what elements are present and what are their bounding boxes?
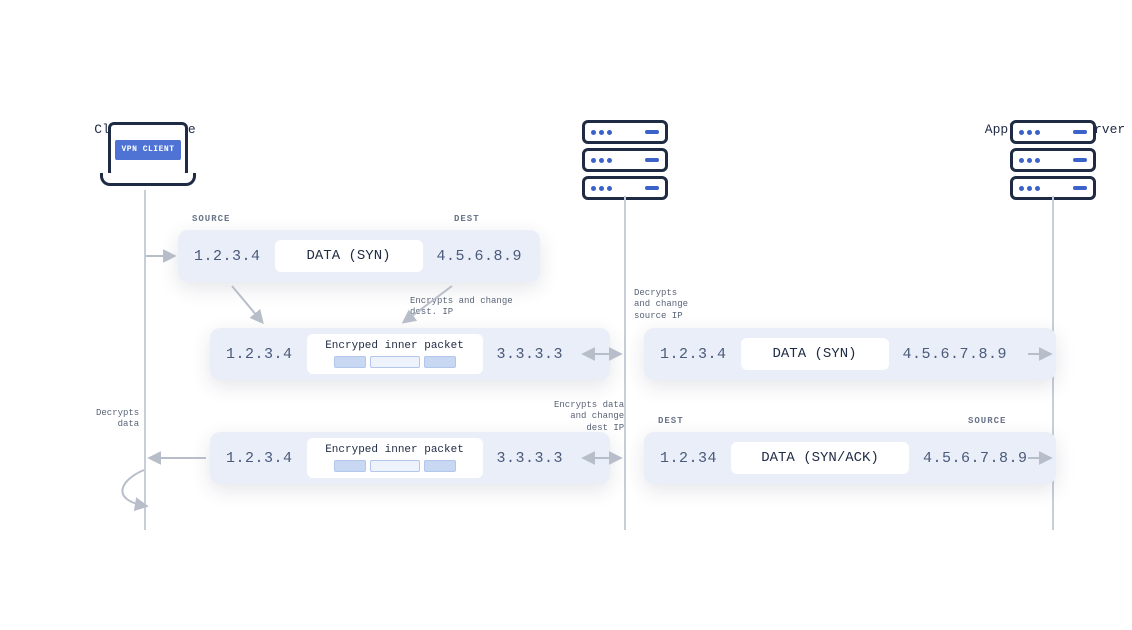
p5-dst: 4.5.6.7.8.9 [923, 450, 1028, 467]
p5-src: 1.2.34 [660, 450, 717, 467]
laptop-icon: VPN CLIENT [100, 122, 190, 186]
diagram-stage: Client Device 1.2.3.4 VPN server 3.3.3.3… [0, 0, 1132, 630]
note-decrypts-data: Decrypts data [96, 408, 139, 431]
note-encrypt-dest: Encrypts and change dest. IP [410, 296, 513, 319]
p3-src: 1.2.3.4 [660, 346, 727, 363]
client-lifeline [144, 190, 146, 530]
p4-src: 1.2.3.4 [226, 450, 293, 467]
vpn-server-icon [582, 120, 668, 200]
packet-2: 1.2.3.4 Encryped inner packet 3.3.3.3 [210, 328, 610, 380]
packet-1: 1.2.3.4 DATA (SYN) 4.5.6.8.9 [178, 230, 540, 282]
p2-src: 1.2.3.4 [226, 346, 293, 363]
p4-dst: 3.3.3.3 [497, 450, 564, 467]
p2-encrypted: Encryped inner packet [307, 334, 483, 374]
p1-data: DATA (SYN) [275, 240, 423, 272]
packet-3: 1.2.3.4 DATA (SYN) 4.5.6.7.8.9 [644, 328, 1056, 380]
p4-enc-label: Encryped inner packet [315, 444, 475, 456]
packet-5: 1.2.34 DATA (SYN/ACK) 4.5.6.7.8.9 [644, 432, 1056, 484]
p1-dst: 4.5.6.8.9 [437, 248, 523, 265]
p1-source-label: SOURCE [192, 214, 230, 224]
p4-encrypted: Encryped inner packet [307, 438, 483, 478]
p3-data: DATA (SYN) [741, 338, 889, 370]
vpn-client-badge: VPN CLIENT [115, 140, 180, 160]
vpn-lifeline [624, 196, 626, 530]
p5-dest-label: DEST [658, 416, 684, 426]
p5-source-label: SOURCE [968, 416, 1006, 426]
p3-dst: 4.5.6.7.8.9 [903, 346, 1008, 363]
note-decrypt-source: Decrypts and change source IP [634, 288, 688, 322]
p1-dest-label: DEST [454, 214, 480, 224]
p2-dst: 3.3.3.3 [497, 346, 564, 363]
p5-data: DATA (SYN/ACK) [731, 442, 909, 474]
note-encrypt-data-dest: Encrypts data and change dest IP [554, 400, 624, 434]
p2-enc-label: Encryped inner packet [315, 340, 475, 352]
p1-src: 1.2.3.4 [194, 248, 261, 265]
app-server-icon [1010, 120, 1096, 200]
packet-4: 1.2.3.4 Encryped inner packet 3.3.3.3 [210, 432, 610, 484]
